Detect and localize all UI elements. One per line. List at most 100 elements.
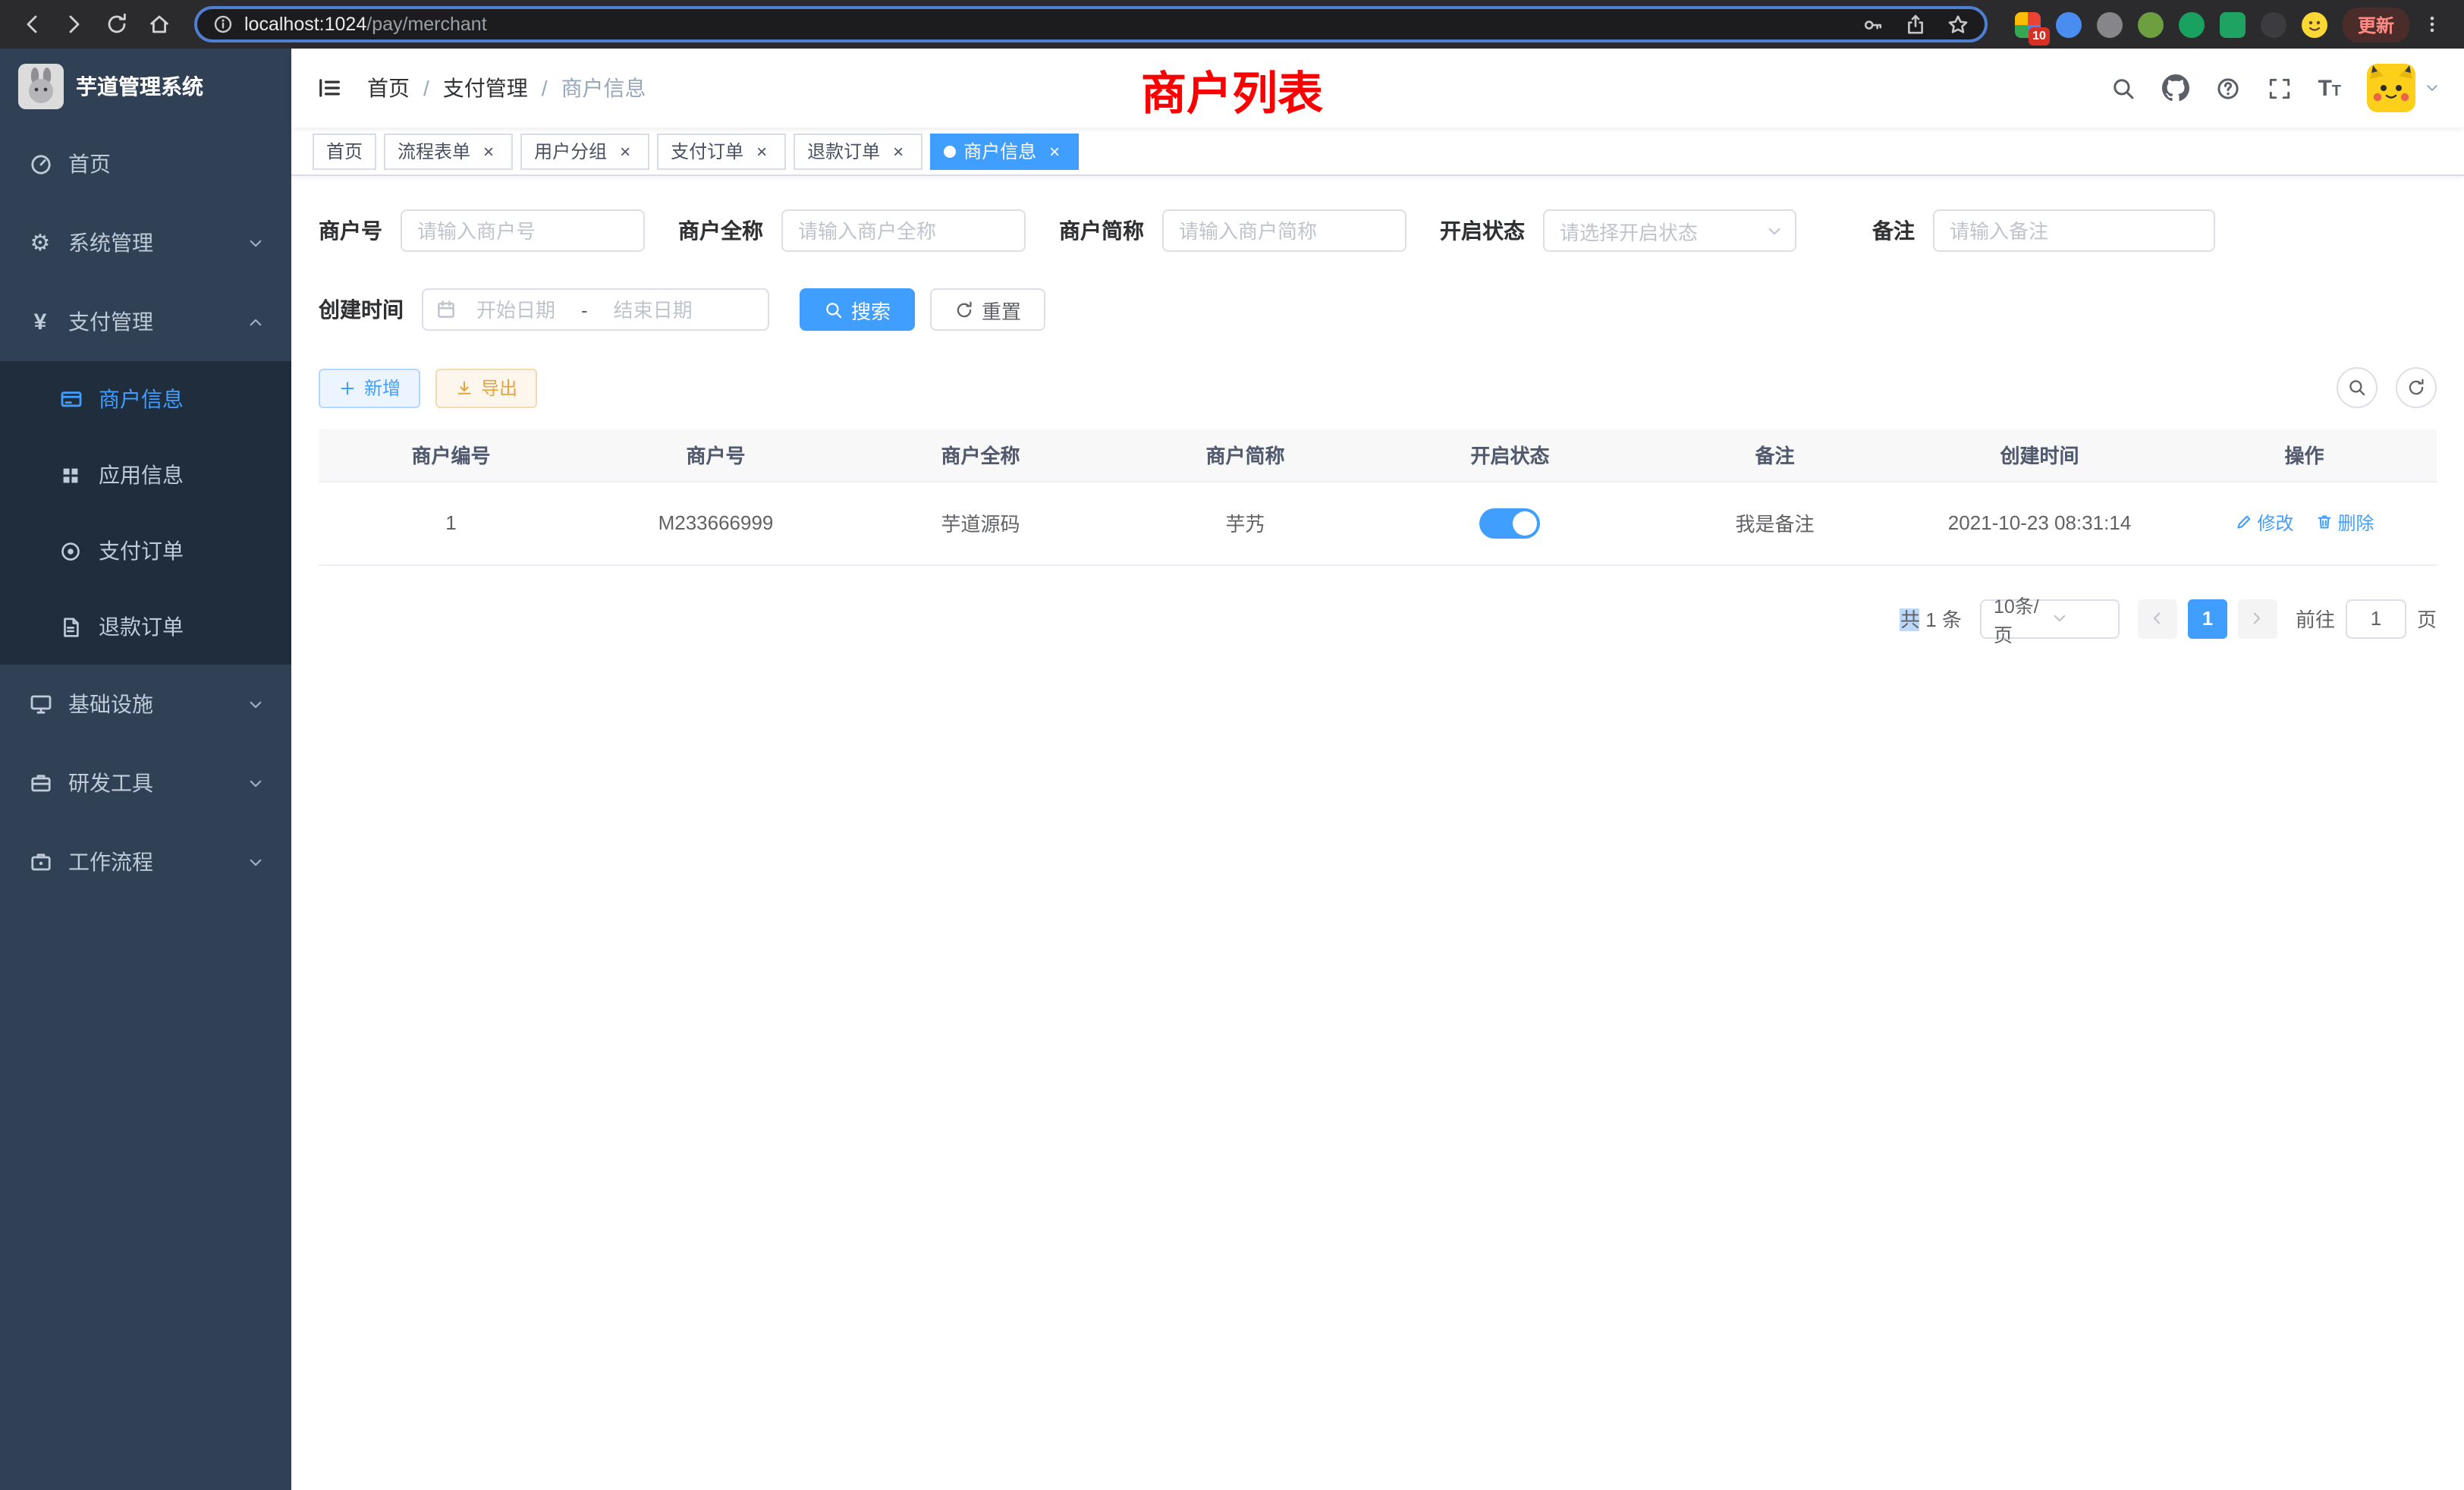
extension-colorful-grid-icon[interactable]: 10 xyxy=(2015,11,2041,37)
start-date-input[interactable] xyxy=(457,298,575,321)
search-icon[interactable] xyxy=(2110,75,2136,101)
page-1-button[interactable]: 1 xyxy=(2188,599,2227,638)
browser-update-button[interactable]: 更新 xyxy=(2343,7,2409,42)
breadcrumb-home[interactable]: 首页 xyxy=(367,73,410,103)
breadcrumb-payment[interactable]: 支付管理 xyxy=(443,73,528,103)
delete-link[interactable]: 删除 xyxy=(2315,510,2374,536)
date-range-picker[interactable]: - xyxy=(422,288,769,331)
status-label: 开启状态 xyxy=(1440,215,1525,246)
sidebar-item-app-info[interactable]: 应用信息 xyxy=(0,437,291,513)
top-navbar: 首页 / 支付管理 / 商户信息 TT xyxy=(291,49,2464,127)
address-bar[interactable]: localhost:1024/pay/merchant xyxy=(194,6,1988,42)
sidebar-item-payment-orders[interactable]: 支付订单 xyxy=(0,513,291,589)
page-size-select[interactable]: 10条/页 xyxy=(1980,599,2120,638)
toolbox-icon xyxy=(27,771,53,795)
sidebar-item-payment[interactable]: ¥ 支付管理 xyxy=(0,282,291,361)
merchant-name-input[interactable] xyxy=(781,209,1026,252)
add-button[interactable]: 新增 xyxy=(319,368,420,407)
tab-refund-orders[interactable]: 退款订单× xyxy=(794,133,922,169)
close-icon[interactable]: × xyxy=(888,140,909,162)
merchant-no-input[interactable] xyxy=(401,209,645,252)
refresh-button[interactable] xyxy=(2396,367,2437,408)
reset-button[interactable]: 重置 xyxy=(930,288,1045,331)
close-icon[interactable]: × xyxy=(478,140,499,162)
sidebar-item-label: 基础设施 xyxy=(68,689,153,719)
sidebar-item-refund-orders[interactable]: 退款订单 xyxy=(0,589,291,665)
chevron-down-icon xyxy=(247,696,264,712)
extension-blue-drop-icon[interactable] xyxy=(2056,11,2082,37)
browser-back-icon[interactable] xyxy=(12,5,52,44)
status-toggle-on[interactable] xyxy=(1480,508,1541,538)
prev-page-button[interactable] xyxy=(2138,599,2177,638)
status-select[interactable]: 请选择开启状态 xyxy=(1543,209,1796,252)
extension-gray-circle-icon[interactable] xyxy=(2097,11,2123,37)
end-date-input[interactable] xyxy=(594,298,712,321)
goto-label: 前往 xyxy=(2296,604,2335,633)
site-info-icon[interactable] xyxy=(212,14,234,35)
col-remark: 备注 xyxy=(1642,429,1907,481)
col-short-name: 商户简称 xyxy=(1113,429,1378,481)
col-merchant-no: 商户号 xyxy=(583,429,848,481)
sidebar-logo[interactable]: 芋道管理系统 xyxy=(0,49,291,124)
table-row: 1 M233666999 芋道源码 芋艿 我是备注 2021-10-23 08:… xyxy=(319,481,2437,564)
user-avatar[interactable] xyxy=(2367,64,2440,112)
main-area: 商户列表 首页 / 支付管理 / 商户信息 TT xyxy=(291,49,2464,1490)
close-icon[interactable]: × xyxy=(614,140,636,162)
chevron-down-icon xyxy=(247,775,264,791)
browser-home-icon[interactable] xyxy=(140,5,179,44)
sidebar-item-dev-tools[interactable]: 研发工具 xyxy=(0,743,291,822)
extension-green-circle-icon[interactable] xyxy=(2179,11,2205,37)
help-icon[interactable] xyxy=(2214,75,2240,101)
pagination: 共 1 条 10条/页 1 前往 页 xyxy=(319,599,2437,638)
calendar-icon xyxy=(435,299,457,320)
edit-link[interactable]: 修改 xyxy=(2234,510,2293,536)
cell-status xyxy=(1378,481,1642,564)
sidebar-item-system[interactable]: ⚙ 系统管理 xyxy=(0,203,291,282)
toggle-search-button[interactable] xyxy=(2337,367,2378,408)
password-key-icon[interactable] xyxy=(1862,13,1884,36)
browser-menu-icon[interactable] xyxy=(2412,5,2452,44)
document-icon xyxy=(58,615,83,638)
cell-actions: 修改 删除 xyxy=(2172,481,2437,564)
remark-input[interactable] xyxy=(1933,209,2215,252)
extension-green-avatar-icon[interactable] xyxy=(2138,11,2164,37)
github-icon[interactable] xyxy=(2161,74,2189,102)
profile-avatar-icon[interactable] xyxy=(2302,11,2327,37)
tab-home[interactable]: 首页 xyxy=(313,133,376,169)
sidebar-item-merchant-info[interactable]: 商户信息 xyxy=(0,361,291,437)
tab-user-group[interactable]: 用户分组× xyxy=(520,133,649,169)
merchant-table: 商户编号 商户号 商户全称 商户简称 开启状态 备注 创建时间 操作 1 xyxy=(319,429,2437,565)
close-icon[interactable]: × xyxy=(751,140,772,162)
bookmark-star-icon[interactable] xyxy=(1947,13,1969,36)
font-size-icon[interactable]: TT xyxy=(2318,75,2341,101)
export-button[interactable]: 导出 xyxy=(435,368,537,407)
extension-dark-pinwheel-icon[interactable] xyxy=(2261,11,2286,37)
page-content: 商户号 商户全称 商户简称 开启状态 请选择开启状态 xyxy=(291,176,2464,1490)
create-time-label: 创建时间 xyxy=(319,294,404,325)
next-page-button[interactable] xyxy=(2238,599,2277,638)
extension-green-square-icon[interactable] xyxy=(2220,11,2246,37)
tab-payment-orders[interactable]: 支付订单× xyxy=(657,133,786,169)
tab-label: 流程表单 xyxy=(398,138,470,164)
merchant-short-name-input[interactable] xyxy=(1162,209,1406,252)
cell-remark: 我是备注 xyxy=(1642,481,1907,564)
close-icon[interactable]: × xyxy=(1044,140,1065,162)
sidebar-item-infrastructure[interactable]: 基础设施 xyxy=(0,665,291,743)
url-host: localhost:1024 xyxy=(244,14,366,35)
tab-merchant-info[interactable]: 商户信息× xyxy=(930,133,1079,169)
cell-merchant-no: M233666999 xyxy=(583,481,848,564)
sidebar-item-home[interactable]: 首页 xyxy=(0,124,291,203)
sidebar-fold-icon[interactable] xyxy=(316,74,358,102)
search-button[interactable]: 搜索 xyxy=(800,288,915,331)
add-button-label: 新增 xyxy=(364,375,401,401)
tab-process-form[interactable]: 流程表单 × xyxy=(384,133,513,169)
chevron-up-icon xyxy=(247,313,264,330)
browser-forward-icon[interactable] xyxy=(55,5,94,44)
share-icon[interactable] xyxy=(1904,13,1927,36)
sidebar-item-workflow[interactable]: 工作流程 xyxy=(0,822,291,901)
grid-icon xyxy=(58,464,83,486)
sidebar-item-label: 退款订单 xyxy=(99,611,184,642)
goto-page-input[interactable] xyxy=(2346,599,2406,638)
fullscreen-icon[interactable] xyxy=(2266,75,2292,101)
browser-reload-icon[interactable] xyxy=(97,5,137,44)
